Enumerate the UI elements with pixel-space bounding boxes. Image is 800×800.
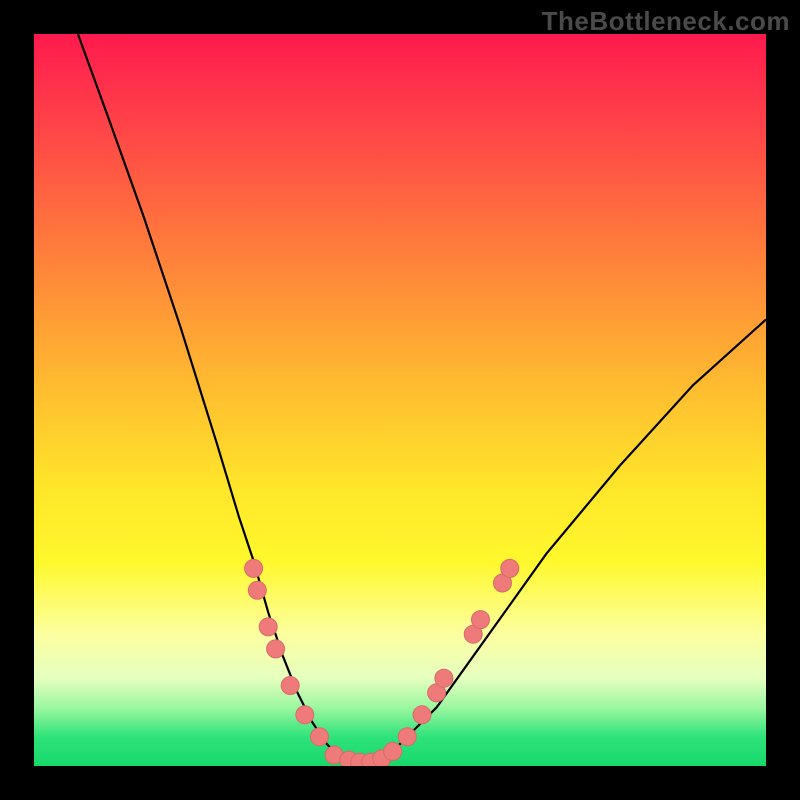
left-dot-6 (296, 706, 314, 724)
plot-area (34, 34, 766, 766)
right-dot-6 (472, 611, 490, 629)
bottom-dot-6 (384, 742, 402, 760)
right-dot-8 (501, 559, 519, 577)
branding-label: TheBottleneck.com (542, 6, 790, 37)
chart-svg (34, 34, 766, 766)
left-dot-5 (281, 677, 299, 695)
right-dot-4 (435, 669, 453, 687)
left-dot-1 (245, 559, 263, 577)
left-dot-2 (248, 581, 266, 599)
right-dot-1 (398, 728, 416, 746)
left-dot-4 (267, 640, 285, 658)
bottleneck-curve (78, 34, 766, 766)
left-dot-7 (311, 728, 329, 746)
right-dot-2 (413, 706, 431, 724)
left-dot-3 (259, 618, 277, 636)
chart-frame: TheBottleneck.com (0, 0, 800, 800)
